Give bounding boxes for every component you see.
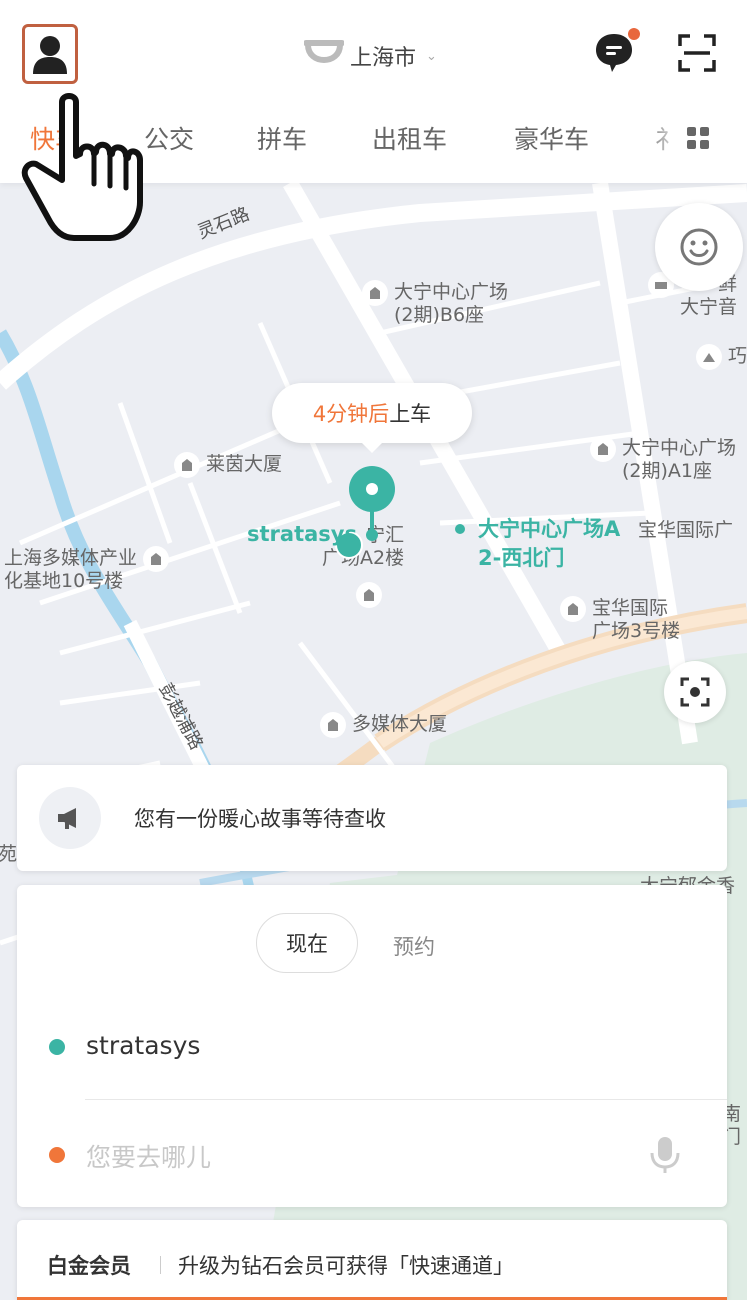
- poi-marker[interactable]: 苑: [0, 843, 17, 866]
- building-icon: [143, 546, 170, 572]
- city-name: 上海市: [350, 46, 417, 71]
- microphone-icon[interactable]: [648, 1135, 682, 1175]
- divider: [85, 1099, 727, 1100]
- poi-marker[interactable]: 大宁中心广场 (2期)B6座: [362, 280, 509, 327]
- smiley-icon: [680, 228, 718, 266]
- locate-button[interactable]: [664, 661, 726, 723]
- chevron-down-icon: ⌄: [426, 48, 437, 64]
- poi-label: 宝华国际广: [638, 519, 734, 541]
- eta-time: 4分钟后: [312, 402, 390, 426]
- origin-dot-icon: [49, 1039, 65, 1055]
- tab-taxi[interactable]: 出租车: [372, 120, 447, 156]
- poi-label: 苑: [0, 843, 18, 865]
- building-icon: [356, 582, 382, 608]
- tab-carpool[interactable]: 拼车: [257, 120, 307, 156]
- poi-label: 大宁中心广场 (2期)B6座: [394, 281, 509, 326]
- poi-label: 大宁中心广场 (2期)A1座: [622, 437, 737, 482]
- member-banner[interactable]: 白金会员 升级为钻石会员可获得「快速通道」: [17, 1220, 727, 1300]
- locate-icon: [680, 677, 710, 707]
- eta-bubble[interactable]: 4分钟后 上车: [272, 383, 472, 453]
- destination-dot-icon: [455, 524, 465, 534]
- destination-dot-icon: [49, 1147, 65, 1163]
- origin-field[interactable]: stratasys: [86, 1031, 200, 1060]
- profile-icon: [33, 36, 67, 74]
- poi-label: 多媒体大厦: [352, 713, 448, 735]
- building-icon: [320, 712, 346, 738]
- message-icon: [596, 34, 632, 72]
- building-icon: [362, 280, 388, 306]
- poi-marker[interactable]: 莱茵大厦: [174, 452, 283, 478]
- destination-label: 大宁中心广场A 2-西北门: [478, 517, 621, 570]
- notice-card[interactable]: 您有一份暖心故事等待查收: [17, 765, 727, 871]
- building-icon: [590, 436, 616, 462]
- eta-text: 上车: [389, 402, 432, 426]
- poi-label: 莱茵大厦: [206, 453, 283, 475]
- grid-icon[interactable]: [686, 126, 710, 150]
- booking-card: 现在 预约 stratasys 您要去哪儿: [17, 885, 727, 1207]
- now-toggle[interactable]: 现在: [256, 913, 358, 973]
- poi-label: 上海多媒体产业 化基地10号楼: [4, 547, 138, 592]
- building-icon: [174, 452, 200, 478]
- poi-marker[interactable]: [356, 582, 382, 608]
- poi-marker[interactable]: 大宁中心广场 (2期)A1座: [590, 436, 737, 483]
- divider: [160, 1256, 161, 1274]
- megaphone-icon: [39, 787, 101, 849]
- scan-button[interactable]: [678, 34, 716, 72]
- poi-marker[interactable]: 上海多媒体产业 化基地10号楼: [4, 546, 170, 593]
- pointing-hand-icon: [21, 93, 143, 241]
- poi-marker[interactable]: 宝华国际广: [638, 519, 733, 542]
- tab-bus[interactable]: 公交: [144, 120, 194, 156]
- feedback-button[interactable]: [655, 203, 743, 291]
- poi-marker[interactable]: 多媒体大厦: [320, 712, 448, 738]
- city-selector[interactable]: 上海市 ⌄: [304, 36, 437, 76]
- member-title: 白金会员: [47, 1254, 131, 1278]
- notice-text: 您有一份暖心故事等待查收: [134, 807, 386, 831]
- pickup-label: stratasys: [247, 522, 357, 546]
- poi-marker[interactable]: 宝华国际 广场3号楼: [560, 596, 681, 643]
- reserve-toggle[interactable]: 预约: [393, 931, 435, 961]
- didi-logo-icon: [304, 40, 344, 63]
- mountain-icon: [696, 344, 722, 370]
- profile-button[interactable]: [22, 24, 78, 84]
- building-icon: [560, 596, 586, 622]
- poi-label: 宝华国际 广场3号楼: [592, 597, 681, 642]
- poi-marker[interactable]: 巧: [696, 344, 747, 370]
- member-text: 升级为钻石会员可获得「快速通道」: [178, 1254, 514, 1278]
- message-button[interactable]: [594, 28, 640, 76]
- scan-icon: [678, 34, 716, 72]
- unread-badge: [628, 28, 640, 40]
- destination-input[interactable]: 您要去哪儿: [86, 1138, 211, 1174]
- poi-label: 巧: [728, 345, 747, 367]
- tab-luxury[interactable]: 豪华车: [514, 120, 589, 156]
